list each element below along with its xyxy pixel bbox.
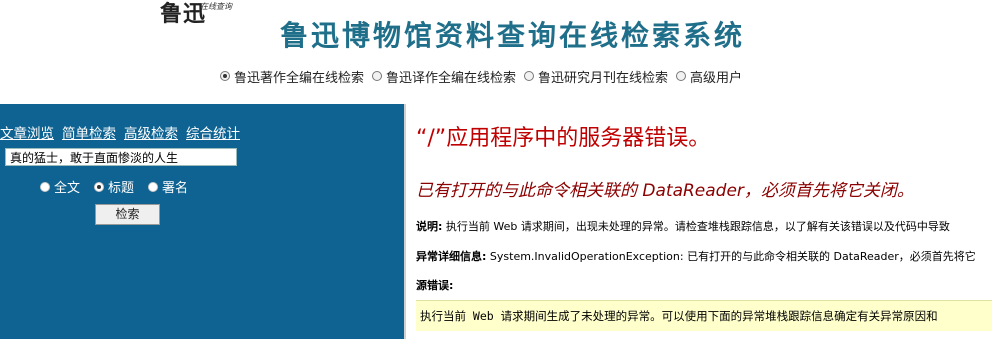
search-input[interactable] [5, 148, 237, 166]
db-option-label: 高级用户 [690, 70, 743, 86]
search-scope-options: 全文 标题 署名 [40, 177, 202, 196]
site-title: 鲁迅博物馆资料查询在线检索系统 [280, 19, 746, 52]
radio-icon[interactable] [220, 71, 230, 81]
nav-link-browse[interactable]: 文章浏览 [0, 122, 54, 142]
database-options: 鲁迅著作全编在线检索 鲁迅译作全编在线检索 鲁迅研究月刊在线检索 高级用户 [220, 66, 750, 86]
search-sidebar: 文章浏览 简单检索 高级检索 综合统计 全文 标题 署名 检索 [0, 104, 404, 339]
radio-icon[interactable] [94, 181, 105, 192]
search-nav: 文章浏览 简单检索 高级检索 综合统计 [0, 122, 248, 142]
source-error-label: 源错误: [416, 277, 453, 293]
db-option-label: 鲁迅译作全编在线检索 [386, 70, 517, 86]
radio-icon[interactable] [524, 71, 535, 81]
scope-option-fulltext[interactable]: 全文 [40, 177, 80, 196]
site-logo: 鲁迅 在线查询 [160, 0, 250, 27]
source-error-box: 执行当前 Web 请求期间生成了未处理的异常。可以使用下面的异常堆栈跟踪信息确定… [416, 300, 992, 331]
source-error-text: 执行当前 Web 请求期间生成了未处理的异常。可以使用下面的异常堆栈跟踪信息确定… [420, 309, 938, 323]
exception-text: System.InvalidOperationException: 已有打开的与… [489, 250, 976, 263]
scope-option-label: 全文 [54, 181, 81, 196]
error-description: 说明: 执行当前 Web 请求期间，出现未处理的异常。请检查堆栈跟踪信息，以了解… [416, 218, 950, 234]
radio-icon[interactable] [148, 181, 159, 192]
scope-option-label: 标题 [108, 181, 135, 196]
error-message: 已有打开的与此命令相关联的 DataReader，必须首先将它关闭。 [416, 181, 914, 201]
radio-icon[interactable] [372, 71, 383, 81]
scope-option-author[interactable]: 署名 [148, 177, 188, 196]
nav-link-advanced-search[interactable]: 高级检索 [124, 122, 178, 142]
radio-icon[interactable] [40, 181, 50, 192]
description-text: 执行当前 Web 请求期间，出现未处理的异常。请检查堆栈跟踪信息，以了解有关该错… [445, 220, 950, 233]
search-button[interactable]: 检索 [95, 204, 160, 225]
exception-details: 异常详细信息: System.InvalidOperationException… [416, 248, 976, 264]
db-option-label: 鲁迅著作全编在线检索 [234, 70, 365, 86]
logo-subtext: 在线查询 [200, 2, 232, 11]
nav-link-statistics[interactable]: 综合统计 [186, 122, 240, 142]
db-option-translations[interactable]: 鲁迅译作全编在线检索 [372, 67, 516, 86]
db-option-works[interactable]: 鲁迅著作全编在线检索 [220, 67, 364, 86]
nav-link-simple-search[interactable]: 简单检索 [62, 122, 116, 142]
scope-option-title[interactable]: 标题 [94, 177, 134, 196]
scope-option-label: 署名 [162, 181, 189, 196]
db-option-advanced-user[interactable]: 高级用户 [676, 67, 742, 86]
exception-label: 异常详细信息: [416, 250, 487, 263]
header: 鲁迅 在线查询 鲁迅博物馆资料查询在线检索系统 鲁迅著作全编在线检索 鲁迅译作全… [0, 0, 992, 104]
source-label: 源错误: [416, 279, 454, 292]
error-panel: “/”应用程序中的服务器错误。 已有打开的与此命令相关联的 DataReader… [404, 104, 992, 339]
db-option-monthly[interactable]: 鲁迅研究月刊在线检索 [524, 67, 668, 86]
radio-icon[interactable] [676, 71, 687, 81]
error-title: “/”应用程序中的服务器错误。 [416, 126, 711, 151]
db-option-label: 鲁迅研究月刊在线检索 [538, 70, 669, 86]
description-label: 说明: [416, 220, 443, 233]
